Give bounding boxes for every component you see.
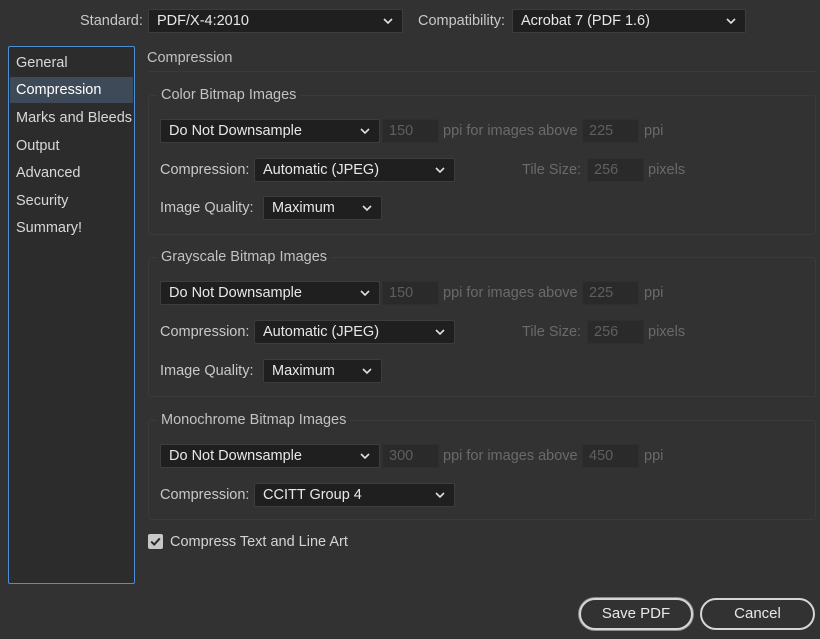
image-quality-label: Image Quality:	[160, 200, 254, 216]
tile-unit: pixels	[648, 162, 686, 178]
compress-text-checkbox[interactable]	[148, 534, 163, 549]
monochrome-downsample-select[interactable]: Do Not Downsample	[160, 444, 380, 468]
group-title: Color Bitmap Images	[157, 84, 301, 106]
color-ppi-input[interactable]: 150	[382, 119, 439, 143]
compatibility-select[interactable]: Acrobat 7 (PDF 1.6)	[512, 9, 746, 33]
grayscale-quality-select[interactable]: Maximum	[263, 359, 382, 383]
select-value: CCITT Group 4	[263, 487, 362, 503]
color-downsample-select[interactable]: Do Not Downsample	[160, 119, 380, 143]
cancel-button[interactable]: Cancel	[700, 598, 815, 630]
monochrome-ppi-input[interactable]: 300	[382, 444, 439, 468]
standard-select[interactable]: PDF/X-4:2010	[148, 9, 403, 33]
image-quality-label: Image Quality:	[160, 363, 254, 379]
compression-label: Compression:	[160, 487, 250, 503]
monochrome-above-input[interactable]: 450	[582, 444, 639, 468]
select-value: Do Not Downsample	[169, 285, 302, 301]
chevron-down-icon	[435, 329, 445, 336]
compatibility-label: Compatibility:	[418, 13, 506, 29]
color-quality-select[interactable]: Maximum	[263, 196, 382, 220]
select-value: Automatic (JPEG)	[263, 324, 380, 340]
color-above-input[interactable]: 225	[582, 119, 639, 143]
compatibility-value: Acrobat 7 (PDF 1.6)	[521, 13, 650, 29]
title-divider	[148, 71, 816, 72]
sidebar-item-compression[interactable]: Compression	[10, 77, 133, 103]
grayscale-compression-select[interactable]: Automatic (JPEG)	[254, 320, 455, 344]
chevron-down-icon	[360, 453, 370, 460]
grayscale-ppi-input[interactable]: 150	[382, 281, 439, 305]
sidebar-item-security[interactable]: Security	[10, 188, 133, 214]
chevron-down-icon	[360, 290, 370, 297]
color-tile-input[interactable]: 256	[587, 158, 644, 182]
chevron-down-icon	[362, 205, 372, 212]
standard-value: PDF/X-4:2010	[157, 13, 249, 29]
sidebar-item-summary[interactable]: Summary!	[10, 215, 133, 241]
monochrome-compression-select[interactable]: CCITT Group 4	[254, 483, 455, 507]
category-sidebar: General Compression Marks and Bleeds Out…	[8, 46, 135, 584]
grayscale-tile-input[interactable]: 256	[587, 320, 644, 344]
select-value: Maximum	[272, 363, 335, 379]
tile-unit: pixels	[648, 324, 686, 340]
sidebar-item-general[interactable]: General	[10, 50, 133, 76]
chevron-down-icon	[435, 492, 445, 499]
group-title: Monochrome Bitmap Images	[157, 409, 351, 431]
chevron-down-icon	[362, 368, 372, 375]
sidebar-item-marks-and-bleeds[interactable]: Marks and Bleeds	[10, 105, 133, 131]
above-label: ppi for images above	[443, 123, 578, 139]
standard-label: Standard:	[80, 13, 143, 29]
chevron-down-icon	[726, 18, 736, 25]
select-value: Automatic (JPEG)	[263, 162, 380, 178]
checkmark-icon	[150, 537, 161, 547]
compression-label: Compression:	[160, 162, 250, 178]
group-title: Grayscale Bitmap Images	[157, 246, 332, 268]
sidebar-item-output[interactable]: Output	[10, 133, 133, 159]
chevron-down-icon	[383, 18, 393, 25]
ppi-unit: ppi	[644, 285, 664, 301]
save-pdf-button[interactable]: Save PDF	[579, 598, 693, 630]
above-label: ppi for images above	[443, 285, 578, 301]
select-value: Do Not Downsample	[169, 123, 302, 139]
chevron-down-icon	[360, 128, 370, 135]
color-compression-select[interactable]: Automatic (JPEG)	[254, 158, 455, 182]
tile-size-label: Tile Size:	[522, 162, 582, 178]
grayscale-downsample-select[interactable]: Do Not Downsample	[160, 281, 380, 305]
compress-text-label: Compress Text and Line Art	[170, 534, 348, 550]
select-value: Maximum	[272, 200, 335, 216]
page-title: Compression	[147, 50, 233, 66]
tile-size-label: Tile Size:	[522, 324, 582, 340]
grayscale-above-input[interactable]: 225	[582, 281, 639, 305]
sidebar-item-advanced[interactable]: Advanced	[10, 160, 133, 186]
above-label: ppi for images above	[443, 448, 578, 464]
select-value: Do Not Downsample	[169, 448, 302, 464]
compression-label: Compression:	[160, 324, 250, 340]
ppi-unit: ppi	[644, 448, 664, 464]
chevron-down-icon	[435, 167, 445, 174]
ppi-unit: ppi	[644, 123, 664, 139]
